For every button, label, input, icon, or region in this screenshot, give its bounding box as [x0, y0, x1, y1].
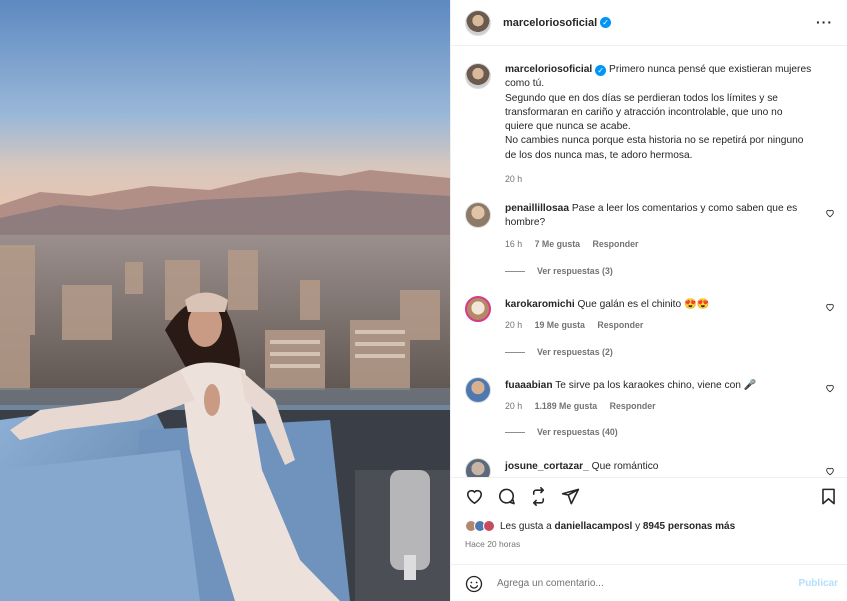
heart-icon[interactable]	[465, 487, 484, 506]
comment-meta: 20 h 19 Me gusta Responder	[505, 320, 835, 330]
comment-text: karokaromichi Que galán es el chinito 😍😍	[505, 296, 835, 312]
post-timestamp[interactable]: Hace 20 horas	[465, 539, 520, 549]
comment-text: josune_cortazar_ Que romántico	[505, 458, 835, 474]
verified-icon: ✓	[595, 65, 607, 76]
view-replies-label[interactable]: Ver respuestas (40)	[537, 427, 618, 437]
comment-text: fuaaabian Te sirve pa los karaokes chino…	[505, 377, 835, 393]
bookmark-button[interactable]	[819, 487, 838, 509]
verified-icon: ✓	[600, 17, 612, 28]
comment-avatar[interactable]	[465, 296, 491, 322]
post-sidebar: marceloriosoficial ✓ ··· marceloriosofic…	[450, 0, 847, 601]
comment-text: penaillillosaa Pase a leer los comentari…	[505, 202, 835, 231]
comment-likes[interactable]: 7 Me gusta	[535, 239, 580, 249]
view-replies[interactable]: Ver respuestas (3)	[505, 266, 613, 276]
view-replies[interactable]: Ver respuestas (40)	[505, 427, 618, 437]
comment-avatar[interactable]	[465, 202, 491, 228]
comment-body: Te sirve pa los karaokes chino, viene co…	[555, 380, 757, 391]
author-avatar[interactable]	[465, 9, 491, 36]
add-comment-bar: Agrega un comentario... Publicar	[451, 564, 847, 601]
comment-username[interactable]: penaillillosaa	[505, 203, 569, 214]
likes-summary: Les gusta a daniellacamposl y 8945 perso…	[465, 520, 735, 532]
post-header: marceloriosoficial ✓ ···	[451, 0, 847, 46]
comment-icon[interactable]	[497, 487, 516, 506]
comment-body: Que romántico	[591, 461, 659, 472]
comment-input[interactable]: Agrega un comentario...	[497, 578, 604, 589]
heart-icon[interactable]	[825, 302, 835, 312]
liker-avatar[interactable]	[483, 520, 495, 532]
caption-meta: 20 h	[505, 174, 835, 184]
comment-item: fuaaabian Te sirve pa los karaokes chino…	[465, 377, 835, 411]
caption-line: transformaran en cariño y atracción inco…	[505, 106, 783, 118]
reply-button[interactable]: Responder	[610, 401, 656, 411]
comment-body: Que galán es el chinito 😍😍	[577, 299, 710, 310]
comment-meta: 16 h 7 Me gusta Responder	[505, 239, 835, 249]
comment-meta: 20 h 1.189 Me gusta Responder	[505, 401, 835, 411]
caption-line: como tú.	[505, 78, 545, 90]
caption-line: Segundo que en dos días se perdieran tod…	[505, 92, 778, 104]
timestamp[interactable]: 20 h	[505, 174, 522, 184]
caption-avatar[interactable]	[465, 63, 491, 89]
more-icon[interactable]: ···	[816, 14, 833, 30]
post-photo[interactable]	[0, 0, 450, 601]
likes-prefix: Les gusta a	[500, 520, 555, 532]
caption-username[interactable]: marceloriosoficial	[505, 64, 592, 75]
comment-username[interactable]: fuaaabian	[505, 380, 553, 391]
caption-line: No cambies nunca porque esta historia no…	[505, 135, 804, 147]
reply-button[interactable]: Responder	[597, 320, 643, 330]
action-bar: Les gusta a daniellacamposl y 8945 perso…	[451, 477, 847, 601]
post-image	[0, 0, 450, 601]
publish-button[interactable]: Publicar	[799, 578, 838, 589]
comment-avatar[interactable]	[465, 377, 491, 403]
caption-line: quiere que nunca se acabe.	[505, 121, 631, 133]
timestamp[interactable]: 20 h	[505, 320, 522, 330]
comments-list[interactable]: marceloriosoficial ✓ Primero nunca pensé …	[451, 47, 847, 477]
comment-item: karokaromichi Que galán es el chinito 😍😍…	[465, 296, 835, 330]
comment-username[interactable]: josune_cortazar_	[505, 461, 589, 472]
bookmark-icon[interactable]	[819, 487, 838, 506]
heart-icon[interactable]	[825, 208, 835, 218]
view-replies-label[interactable]: Ver respuestas (2)	[537, 347, 613, 357]
heart-icon[interactable]	[825, 383, 835, 393]
post-modal: marceloriosoficial ✓ ··· marceloriosofic…	[0, 0, 847, 601]
timestamp[interactable]: 16 h	[505, 239, 522, 249]
comment-likes[interactable]: 19 Me gusta	[535, 320, 585, 330]
likes-user[interactable]: daniellacamposl	[554, 521, 632, 532]
view-replies[interactable]: Ver respuestas (2)	[505, 347, 613, 357]
share-icon[interactable]	[529, 487, 548, 506]
reply-button[interactable]: Responder	[593, 239, 639, 249]
heart-icon[interactable]	[825, 466, 835, 476]
comment-item: josune_cortazar_ Que romántico	[465, 458, 835, 477]
comment-item: penaillillosaa Pase a leer los comentari…	[465, 202, 835, 249]
comment-username[interactable]: karokaromichi	[505, 299, 575, 310]
caption: marceloriosoficial ✓ Primero nunca pensé …	[465, 63, 835, 184]
view-replies-label[interactable]: Ver respuestas (3)	[537, 266, 613, 276]
action-icons	[465, 487, 580, 506]
comment-likes[interactable]: 1.189 Me gusta	[535, 401, 598, 411]
likes-text: Les gusta a daniellacamposl y 8945 perso…	[500, 521, 735, 532]
comment-avatar[interactable]	[465, 458, 491, 477]
author-username[interactable]: marceloriosoficial	[503, 17, 597, 29]
caption-text: marceloriosoficial ✓ Primero nunca pensé …	[505, 63, 835, 163]
comment-body: Pase a leer los comentarios y como saben…	[571, 203, 798, 214]
likes-count[interactable]: 8945 personas más	[643, 521, 735, 532]
caption-line: Primero nunca pensé que existieran mujer…	[609, 64, 812, 75]
caption-line: de los dos nunca mas, te adoro hermosa.	[505, 149, 693, 161]
timestamp[interactable]: 20 h	[505, 401, 522, 411]
comment-body: hombre?	[505, 217, 546, 229]
likes-mid: y	[632, 520, 643, 532]
send-icon[interactable]	[561, 487, 580, 506]
emoji-icon[interactable]	[465, 575, 483, 593]
